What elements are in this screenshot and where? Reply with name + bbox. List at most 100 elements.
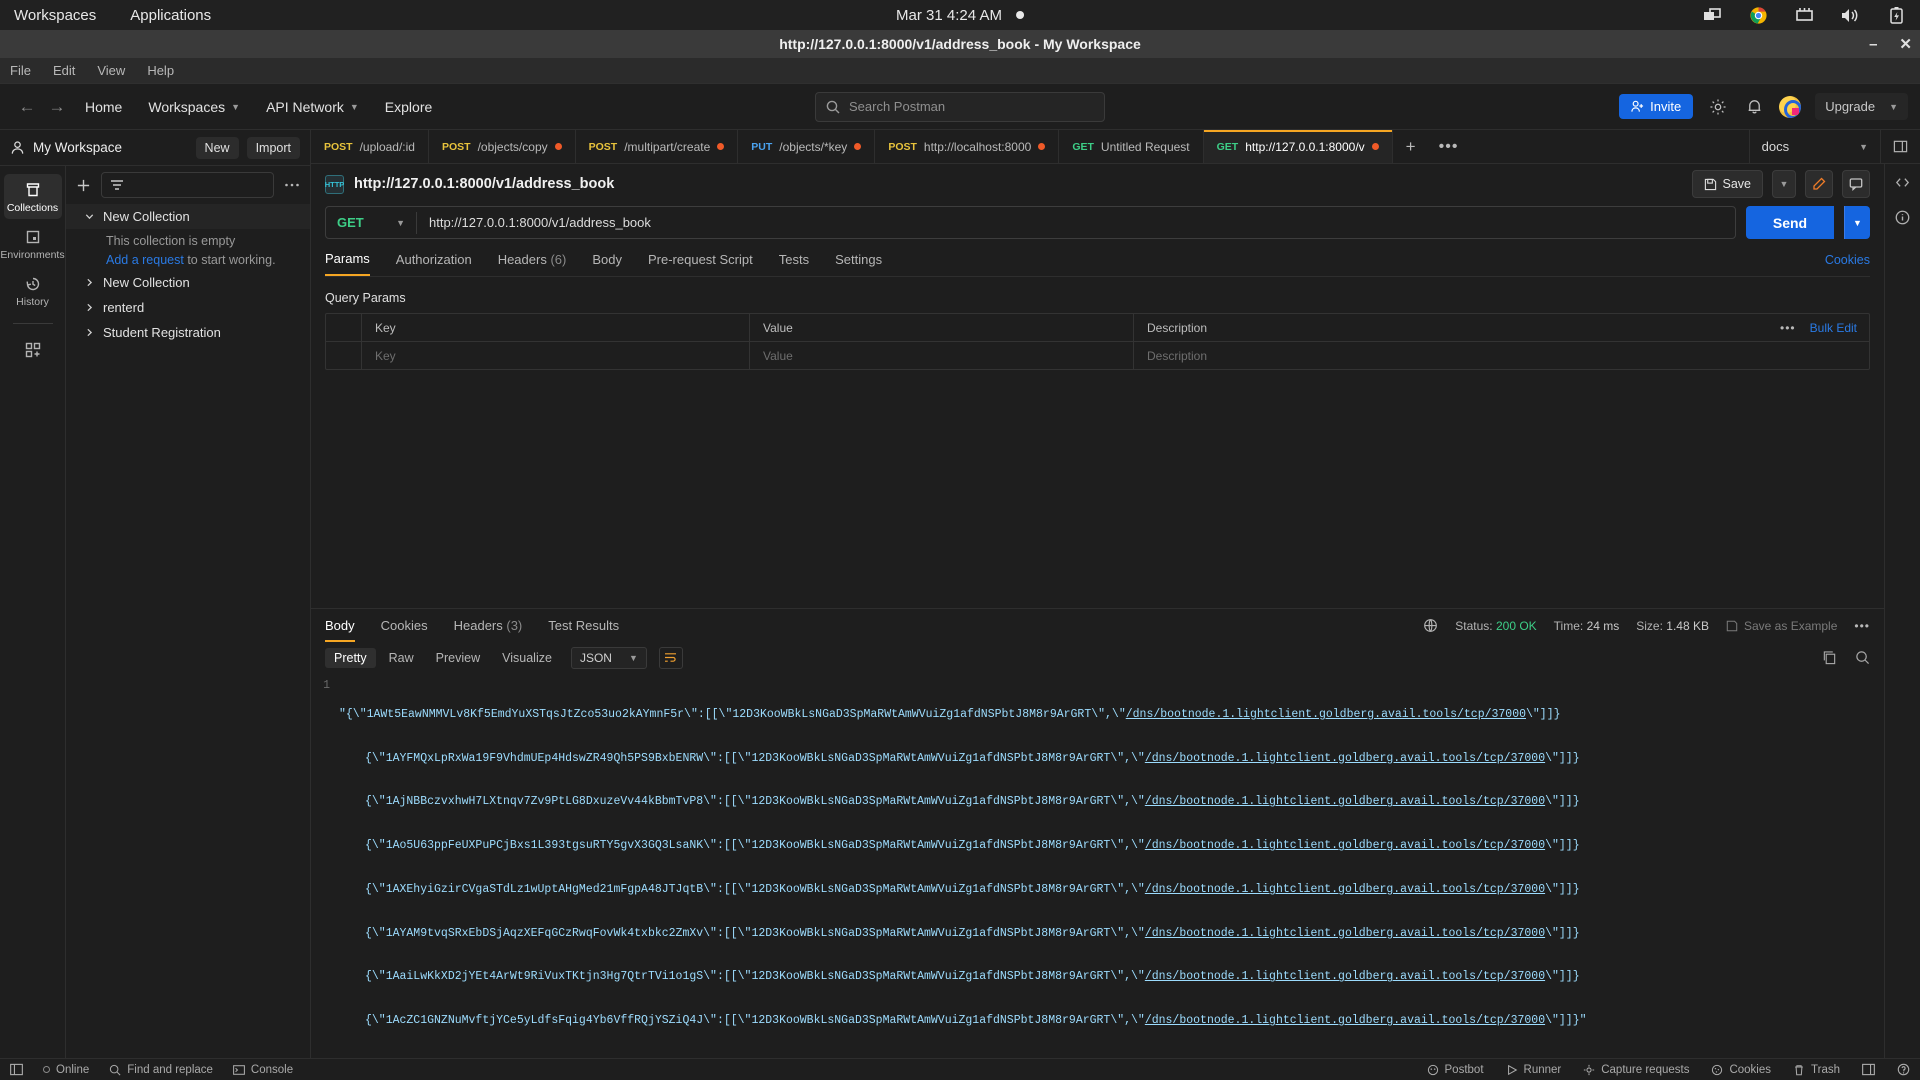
tab-upload-id[interactable]: POST /upload/:id (311, 130, 429, 163)
status-postbot[interactable]: Postbot (1427, 1064, 1484, 1076)
tab-localhost-8000[interactable]: POST http://localhost:8000 (875, 130, 1059, 163)
menu-help[interactable]: Help (147, 63, 174, 78)
response-link[interactable]: /dns/bootnode.1.lightclient.goldberg.ava… (1145, 839, 1545, 852)
status-runner[interactable]: Runner (1506, 1064, 1562, 1076)
response-link[interactable]: /dns/bootnode.1.lightclient.goldberg.ava… (1126, 708, 1526, 721)
row-checkbox-cell[interactable] (326, 342, 362, 369)
bell-icon[interactable] (1743, 96, 1765, 118)
response-body-viewer[interactable]: 1 "{\"1AWt5EawNMMVLv8Kf5EmdYuXSTqsJtZco5… (311, 673, 1884, 1058)
expand-panel-icon[interactable] (1862, 1063, 1875, 1076)
tab-multipart-create[interactable]: POST /multipart/create (576, 130, 739, 163)
response-tab-test-results[interactable]: Test Results (548, 610, 619, 642)
response-tab-headers[interactable]: Headers (3) (454, 610, 523, 642)
tab-address-book[interactable]: GET http://127.0.0.1:8000/v (1204, 130, 1393, 163)
edit-request-icon[interactable] (1805, 170, 1833, 198)
battery-icon[interactable] (1886, 6, 1906, 24)
response-tab-cookies[interactable]: Cookies (381, 610, 428, 642)
close-button[interactable]: ✕ (1899, 35, 1912, 53)
status-console[interactable]: Console (233, 1064, 293, 1076)
url-input[interactable]: http://127.0.0.1:8000/v1/address_book (417, 215, 651, 230)
collection-item-new-collection-2[interactable]: New Collection (66, 270, 310, 295)
status-online[interactable]: Online (43, 1064, 89, 1076)
response-link[interactable]: /dns/bootnode.1.lightclient.goldberg.ava… (1145, 927, 1545, 940)
nav-explore[interactable]: Explore (372, 99, 445, 115)
save-options-caret[interactable]: ▼ (1772, 170, 1796, 198)
status-find-and-replace[interactable]: Find and replace (109, 1064, 213, 1076)
response-link[interactable]: /dns/bootnode.1.lightclient.goldberg.ava… (1145, 1014, 1545, 1027)
view-mode-raw[interactable]: Raw (380, 648, 423, 668)
tab-authorization[interactable]: Authorization (396, 252, 472, 275)
tab-untitled-request[interactable]: GET Untitled Request (1059, 130, 1203, 163)
tab-objects-key[interactable]: PUT /objects/*key (738, 130, 875, 163)
status-cookies[interactable]: Cookies (1711, 1064, 1771, 1076)
nav-forward-icon[interactable]: → (42, 97, 72, 117)
tab-pre-request-script[interactable]: Pre-request Script (648, 252, 753, 275)
view-mode-preview[interactable]: Preview (427, 648, 489, 668)
collections-filter-input[interactable] (101, 172, 274, 198)
send-button[interactable]: Send (1746, 206, 1834, 239)
save-as-example-button[interactable]: Save as Example (1726, 619, 1837, 633)
sidebar-item-collections[interactable]: Collections (4, 174, 62, 219)
view-mode-visualize[interactable]: Visualize (493, 648, 561, 668)
tab-headers[interactable]: Headers (6) (498, 252, 567, 275)
minimize-button[interactable]: – (1869, 36, 1877, 53)
new-button[interactable]: New (196, 137, 239, 159)
table-row[interactable]: Key Value Description (326, 342, 1869, 369)
sidebar-toggle-icon[interactable] (10, 1063, 23, 1076)
response-format-select[interactable]: JSON ▼ (571, 647, 647, 669)
gear-icon[interactable] (1707, 96, 1729, 118)
collection-item-renterd[interactable]: renterd (66, 295, 310, 320)
copy-icon[interactable] (1822, 650, 1837, 665)
collection-item-new-collection-1[interactable]: New Collection (66, 204, 310, 229)
invite-button[interactable]: Invite (1619, 94, 1693, 119)
row-value-input[interactable]: Value (750, 342, 1134, 369)
send-options-caret[interactable]: ▼ (1844, 206, 1870, 239)
comments-icon[interactable] (1842, 170, 1870, 198)
tab-options-icon[interactable]: ••• (1429, 130, 1469, 163)
nav-api-network[interactable]: API Network▼ (253, 99, 372, 115)
chrome-icon[interactable] (1748, 6, 1768, 24)
avatar[interactable] (1779, 96, 1801, 118)
add-request-link[interactable]: Add a request (106, 253, 184, 267)
view-mode-pretty[interactable]: Pretty (325, 648, 376, 668)
search-response-icon[interactable] (1855, 650, 1870, 665)
sidebar-item-environments[interactable]: Environments (4, 221, 62, 266)
response-link[interactable]: /dns/bootnode.1.lightclient.goldberg.ava… (1145, 883, 1545, 896)
response-link[interactable]: /dns/bootnode.1.lightclient.goldberg.ava… (1145, 970, 1545, 983)
display-icon[interactable] (1702, 6, 1722, 24)
method-select[interactable]: GET ▼ (326, 215, 416, 230)
menu-edit[interactable]: Edit (53, 63, 75, 78)
layout-icon[interactable] (1880, 130, 1920, 163)
nav-home[interactable]: Home (72, 99, 135, 115)
row-key-input[interactable]: Key (362, 342, 750, 369)
nav-back-icon[interactable]: ← (12, 97, 42, 117)
response-link[interactable]: /dns/bootnode.1.lightclient.goldberg.ava… (1145, 795, 1545, 808)
tab-params[interactable]: Params (325, 251, 370, 276)
tab-objects-copy[interactable]: POST /objects/copy (429, 130, 576, 163)
tab-body[interactable]: Body (592, 252, 622, 275)
add-collection-icon[interactable] (76, 178, 91, 193)
menu-file[interactable]: File (10, 63, 31, 78)
bulk-edit-link[interactable]: Bulk Edit (1810, 321, 1857, 335)
upgrade-button[interactable]: Upgrade ▼ (1815, 93, 1908, 120)
tab-tests[interactable]: Tests (779, 252, 809, 275)
new-tab-button[interactable]: + (1393, 130, 1429, 163)
response-more-icon[interactable]: ••• (1854, 619, 1870, 633)
menu-view[interactable]: View (97, 63, 125, 78)
os-menu-workspaces[interactable]: Workspaces (14, 7, 96, 24)
import-button[interactable]: Import (247, 137, 300, 159)
save-button[interactable]: Save (1692, 170, 1764, 198)
cookies-link[interactable]: Cookies (1825, 253, 1870, 275)
code-snippet-icon[interactable] (1894, 174, 1911, 191)
wrap-lines-icon[interactable] (659, 647, 683, 669)
tab-settings[interactable]: Settings (835, 252, 882, 275)
status-capture-requests[interactable]: Capture requests (1583, 1064, 1689, 1076)
request-title[interactable]: http://127.0.0.1:8000/v1/address_book (354, 176, 614, 192)
search-postman-input[interactable]: Search Postman (815, 92, 1105, 122)
docs-panel-toggle[interactable]: docs ▼ (1749, 130, 1880, 163)
network-icon[interactable] (1794, 6, 1814, 24)
response-tab-body[interactable]: Body (325, 610, 355, 642)
volume-icon[interactable] (1840, 6, 1860, 24)
row-description-input[interactable]: Description (1134, 349, 1869, 363)
status-trash[interactable]: Trash (1793, 1064, 1840, 1076)
